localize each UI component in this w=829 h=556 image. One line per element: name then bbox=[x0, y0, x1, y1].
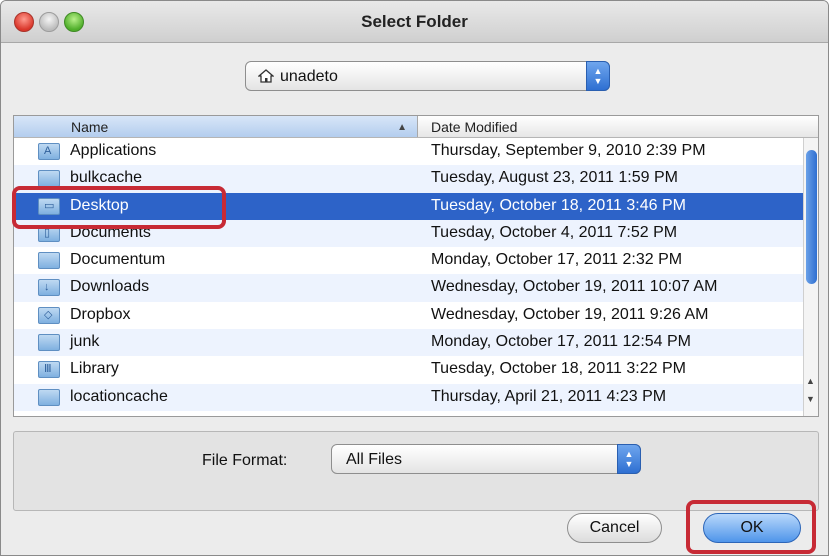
library-folder-icon: Ⅲ bbox=[38, 361, 60, 379]
file-date: Thursday, April 21, 2011 4:23 PM bbox=[431, 387, 667, 405]
scroll-up-arrow-icon[interactable]: ▲ bbox=[806, 376, 815, 386]
documents-folder-icon: ▯ bbox=[38, 224, 60, 242]
home-icon bbox=[258, 69, 274, 83]
file-date: Tuesday, October 18, 2011 3:22 PM bbox=[431, 360, 686, 378]
file-name: Library bbox=[70, 360, 119, 378]
name-column-label: Name bbox=[71, 119, 109, 135]
file-name: Dropbox bbox=[70, 305, 131, 323]
column-header: Name ▲ Date Modified bbox=[14, 116, 818, 138]
file-name: Desktop bbox=[70, 196, 129, 214]
file-date: Tuesday, August 23, 2011 1:59 PM bbox=[431, 169, 678, 187]
folder-icon bbox=[38, 170, 60, 188]
vertical-scrollbar[interactable]: ▲ ▼ bbox=[803, 138, 818, 416]
folder-list: Name ▲ Date Modified A Applications Thur… bbox=[13, 115, 819, 417]
file-name: Documentum bbox=[70, 251, 166, 269]
title-bar: Select Folder bbox=[1, 1, 828, 43]
file-row-documents[interactable]: ▯ Documents Tuesday, October 4, 2011 7:5… bbox=[14, 219, 804, 248]
window-title: Select Folder bbox=[361, 12, 468, 31]
scrollbar-thumb[interactable] bbox=[806, 150, 817, 284]
file-date: Thursday, September 9, 2010 2:39 PM bbox=[431, 142, 706, 159]
folder-icon bbox=[38, 334, 60, 352]
file-name: Downloads bbox=[70, 278, 150, 296]
file-row-downloads[interactable]: ↓ Downloads Wednesday, October 19, 2011 … bbox=[14, 274, 804, 302]
file-date: Monday, October 17, 2011 12:54 PM bbox=[431, 333, 692, 351]
file-rows: A Applications Thursday, September 9, 20… bbox=[14, 138, 804, 411]
folder-icon bbox=[38, 388, 60, 406]
file-row-library[interactable]: Ⅲ Library Tuesday, October 18, 2011 3:22… bbox=[14, 356, 804, 383]
cancel-button[interactable]: Cancel bbox=[567, 513, 662, 543]
file-row-applications[interactable]: A Applications Thursday, September 9, 20… bbox=[14, 138, 804, 165]
file-row-dropbox[interactable]: ◇ Dropbox Wednesday, October 19, 2011 9:… bbox=[14, 302, 804, 329]
name-column-header[interactable]: Name ▲ bbox=[14, 116, 418, 137]
applications-folder-icon: A bbox=[38, 143, 60, 160]
file-format-label: File Format: bbox=[202, 452, 288, 469]
folder-icon bbox=[38, 252, 60, 270]
location-label: unadeto bbox=[280, 68, 338, 85]
file-format-stepper-icon: ▲ ▼ bbox=[617, 444, 641, 474]
file-row-junk[interactable]: junk Monday, October 17, 2011 12:54 PM bbox=[14, 329, 804, 357]
file-name: locationcache bbox=[70, 387, 168, 405]
downloads-folder-icon: ↓ bbox=[38, 279, 60, 297]
file-date: Wednesday, October 19, 2011 9:26 AM bbox=[431, 305, 709, 323]
file-name: Documents bbox=[70, 223, 151, 241]
file-format-popup[interactable]: All Files ▲ ▼ bbox=[331, 444, 641, 474]
file-date: Tuesday, October 4, 2011 7:52 PM bbox=[431, 223, 678, 241]
location-stepper-icon: ▲ ▼ bbox=[586, 61, 610, 91]
location-popup[interactable]: unadeto ▲ ▼ bbox=[245, 61, 610, 91]
file-format-value: All Files bbox=[346, 451, 403, 468]
file-name: Applications bbox=[70, 142, 157, 159]
date-column-label: Date Modified bbox=[431, 119, 518, 135]
select-folder-dialog: Select Folder unadeto ▲ ▼ Name ▲ Date Mod… bbox=[0, 0, 829, 556]
date-column-header[interactable]: Date Modified bbox=[431, 119, 517, 135]
ok-button[interactable]: OK bbox=[703, 513, 801, 543]
file-row-locationcache[interactable]: locationcache Thursday, April 21, 2011 4… bbox=[14, 383, 804, 411]
dropbox-folder-icon: ◇ bbox=[38, 306, 60, 324]
file-date: Wednesday, October 19, 2011 10:07 AM bbox=[431, 278, 718, 296]
file-format-panel: File Format: All Files ▲ ▼ bbox=[13, 431, 819, 511]
sort-ascending-icon: ▲ bbox=[397, 122, 407, 133]
file-row-documentum[interactable]: Documentum Monday, October 17, 2011 2:32… bbox=[14, 247, 804, 274]
file-name: bulkcache bbox=[70, 169, 143, 187]
scroll-down-arrow-icon[interactable]: ▼ bbox=[806, 394, 815, 404]
file-date: Monday, October 17, 2011 2:32 PM bbox=[431, 251, 683, 269]
file-row-desktop[interactable]: ▭ Desktop Tuesday, October 18, 2011 3:46… bbox=[14, 192, 804, 220]
desktop-folder-icon: ▭ bbox=[38, 197, 60, 215]
file-date: Tuesday, October 18, 2011 3:46 PM bbox=[431, 196, 686, 214]
file-name: junk bbox=[70, 333, 100, 351]
file-row-bulkcache[interactable]: bulkcache Tuesday, August 23, 2011 1:59 … bbox=[14, 165, 804, 193]
